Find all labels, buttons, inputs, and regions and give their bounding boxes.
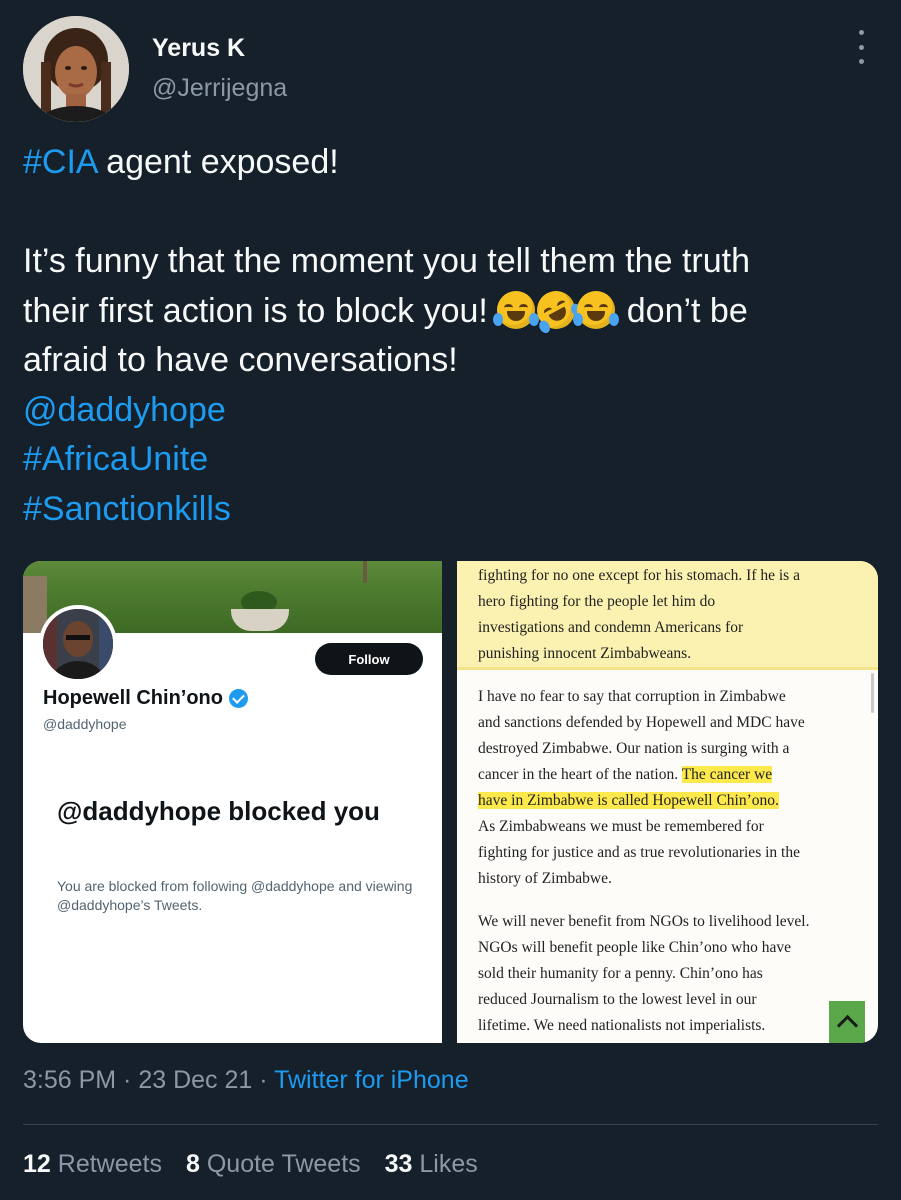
tweet-stats: 12 Retweets 8 Quote Tweets 33 Likes <box>23 1150 478 1179</box>
tweet-line-3: their first action is to block you! don’… <box>23 283 883 337</box>
doc-line: lifetime. We need nationalists not imper… <box>478 1017 766 1034</box>
tweet-text-segment: agent exposed! <box>96 143 339 181</box>
blocked-profile-handle: @daddyhope <box>43 716 127 732</box>
tweet-text-segment: their first action is to block you! <box>23 291 498 330</box>
tweet-timestamp: 3:56 PM · 23 Dec 21 · Twitter for iPhone <box>23 1066 469 1095</box>
doc-line: hero fighting for the people let him do <box>478 593 716 610</box>
doc-line: We will never benefit from NGOs to livel… <box>478 913 810 930</box>
document-scrollbar <box>871 673 874 713</box>
mention-daddyhope[interactable]: @daddyhope <box>23 386 883 436</box>
hashtag-sanctionkills[interactable]: #Sanctionkills <box>23 485 883 535</box>
tweet-media[interactable]: Follow Hopewell Chin’ono @daddyhope @dad… <box>23 561 878 1043</box>
author-avatar[interactable] <box>23 16 129 122</box>
tears-of-joy-emoji-icon <box>493 290 540 329</box>
doc-line: fighting for no one except for his stoma… <box>478 567 800 584</box>
likes-count: 33 <box>384 1150 413 1178</box>
doc-line: As Zimbabweans we must be remembered for <box>478 818 764 835</box>
quotes-count: 8 <box>185 1150 200 1178</box>
blocked-profile-name: Hopewell Chin’ono <box>43 687 248 710</box>
tweet-text: #CIA agent exposed! It’s funny that the … <box>23 138 883 534</box>
divider <box>23 1124 878 1125</box>
doc-line: destroyed Zimbabwe. Our nation is surgin… <box>478 740 790 757</box>
doc-line: I have no fear to say that corruption in… <box>478 688 786 705</box>
media-image-blocked-profile[interactable]: Follow Hopewell Chin’ono @daddyhope @dad… <box>23 561 442 1043</box>
author-display-name[interactable]: Yerus K <box>152 34 245 63</box>
time-date[interactable]: 3:56 PM · 23 Dec 21 · <box>23 1066 274 1094</box>
tweet-source-link[interactable]: Twitter for iPhone <box>274 1066 469 1094</box>
blocked-profile-name-text: Hopewell Chin’ono <box>43 687 223 709</box>
verified-badge-icon <box>229 689 248 708</box>
tweet-line-4: afraid to have conversations! <box>23 341 458 379</box>
retweets-count: 12 <box>23 1150 51 1178</box>
hashtag-cia[interactable]: #CIA <box>23 143 97 181</box>
blocked-title: @daddyhope blocked you <box>57 796 380 826</box>
scroll-up-icon <box>829 1001 865 1043</box>
author-handle[interactable]: @Jerrijegna <box>152 74 287 103</box>
retweets-stat[interactable]: 12 Retweets <box>23 1150 162 1179</box>
quote-tweets-stat[interactable]: 8 Quote Tweets <box>186 1150 361 1179</box>
doc-text-segment: cancer in the heart of the nation. <box>478 766 682 783</box>
follow-button: Follow <box>315 643 423 675</box>
likes-stat[interactable]: 33 Likes <box>385 1150 478 1179</box>
more-options-icon[interactable] <box>848 30 874 64</box>
blocked-profile-avatar <box>39 605 117 683</box>
tears-of-joy-emoji-icon <box>573 290 620 329</box>
doc-line: reduced Journalism to the lowest level i… <box>478 991 757 1008</box>
doc-line: punishing innocent Zimbabweans. <box>478 645 692 662</box>
likes-label: Likes <box>419 1150 478 1178</box>
tweet-line-1: #CIA agent exposed! <box>23 138 883 188</box>
hashtag-africaunite[interactable]: #AfricaUnite <box>23 435 883 485</box>
retweets-label: Retweets <box>57 1150 162 1178</box>
author-photo <box>23 16 129 122</box>
doc-line: history of Zimbabwe. <box>478 870 612 887</box>
doc-line: fighting for justice and as true revolut… <box>478 844 800 861</box>
doc-highlight: The cancer we <box>681 766 773 783</box>
doc-line: cancer in the heart of the nation. The c… <box>478 766 773 784</box>
media-image-document[interactable]: fighting for no one except for his stoma… <box>457 561 878 1043</box>
rofl-emoji-icon <box>530 283 585 336</box>
doc-line: and sanctions defended by Hopewell and M… <box>478 714 805 731</box>
doc-line: investigations and condemn Americans for <box>478 619 744 636</box>
quotes-label: Quote Tweets <box>206 1150 361 1178</box>
doc-highlight: have in Zimbabwe is called Hopewell Chin… <box>478 792 779 809</box>
doc-line: sold their humanity for a penny. Chin’on… <box>478 965 763 982</box>
tweet-text-segment: don’t be <box>617 291 748 330</box>
doc-line: have in Zimbabwe is called Hopewell Chin… <box>478 792 779 810</box>
doc-line: NGOs will benefit people like Chin’ono w… <box>478 939 791 956</box>
tweet-line-2: It’s funny that the moment you tell them… <box>23 242 750 280</box>
blocked-description: You are blocked from following @daddyhop… <box>57 878 413 913</box>
